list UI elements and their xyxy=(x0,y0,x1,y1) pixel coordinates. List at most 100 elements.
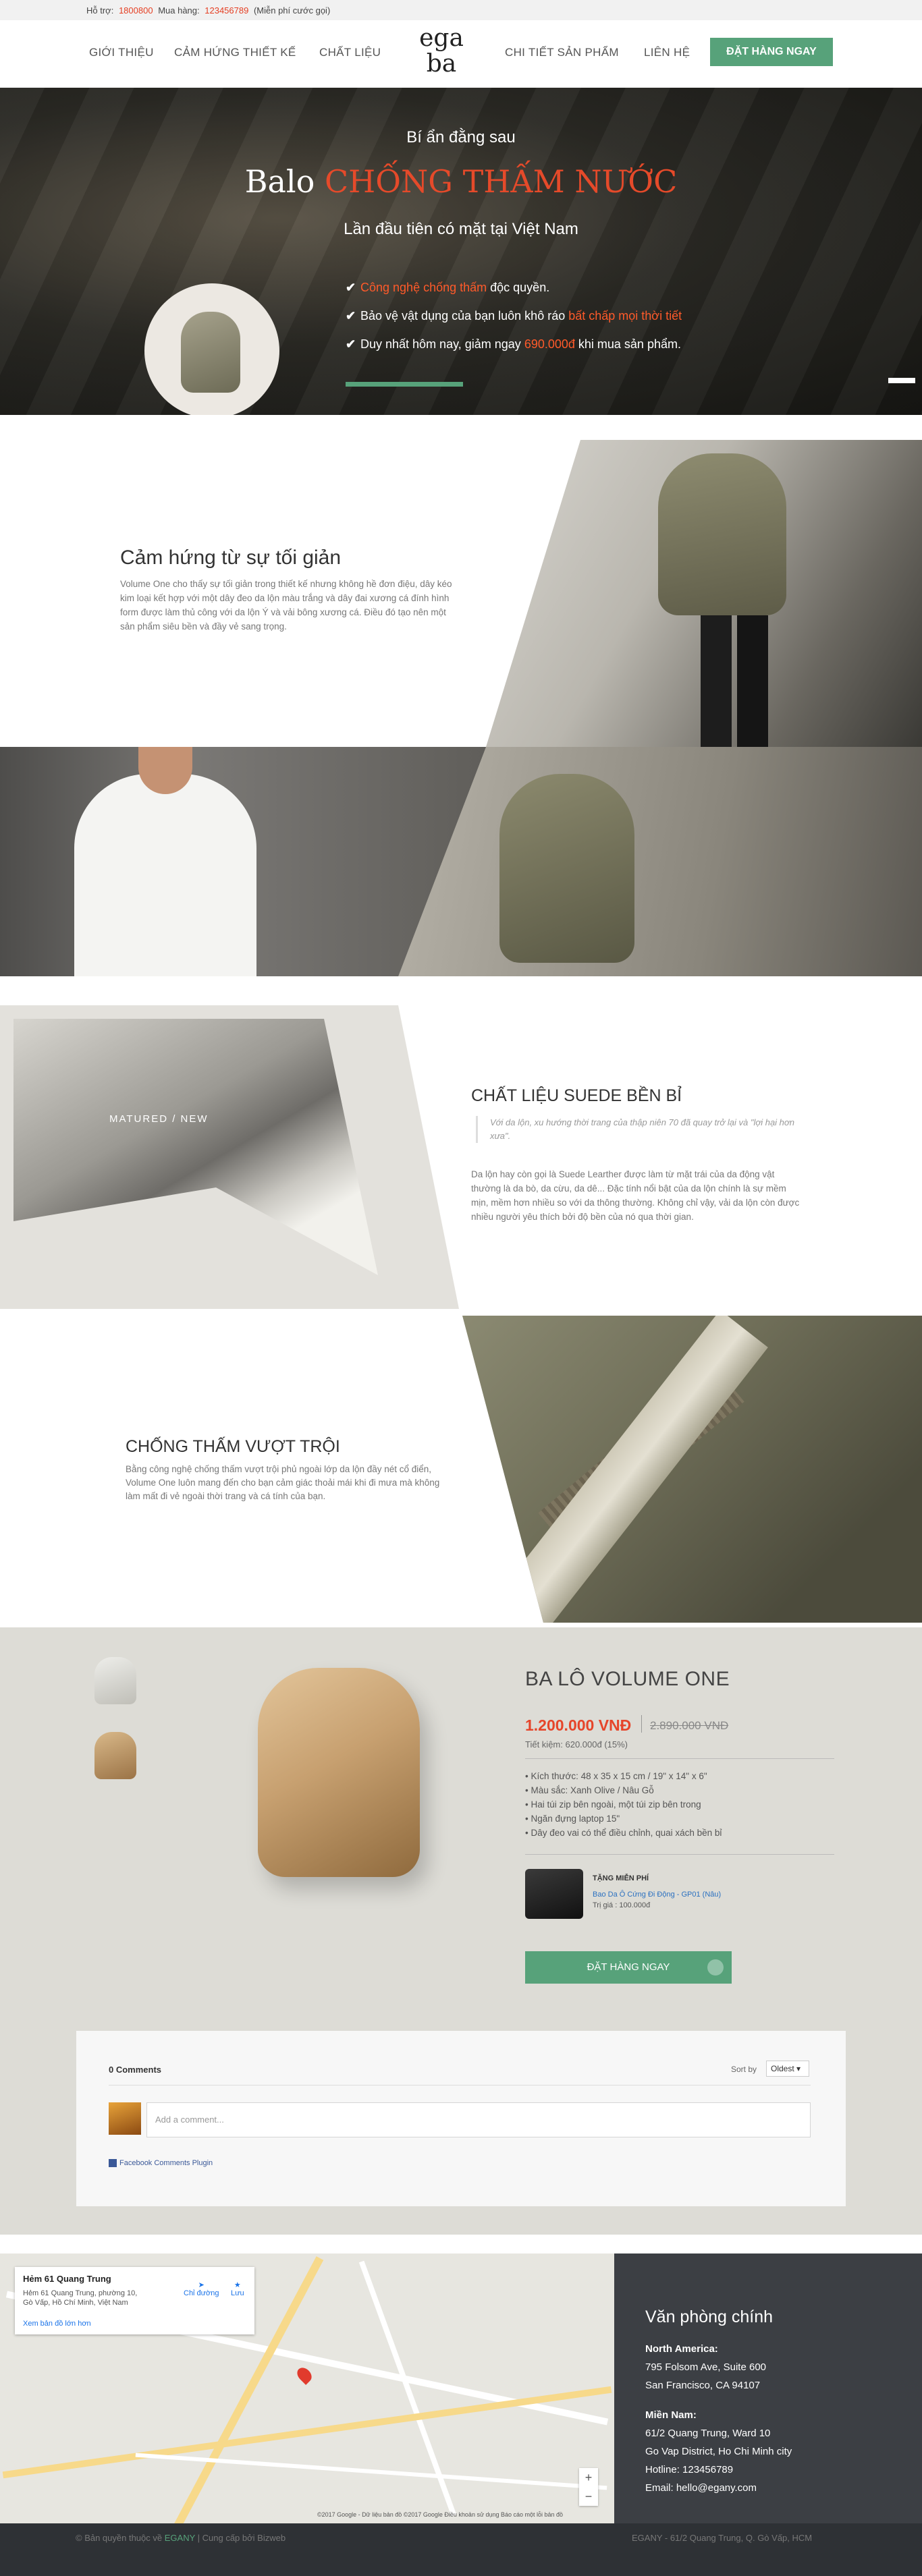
comment-count: 0 Comments xyxy=(109,2065,162,2075)
footer-address: EGANY - 61/2 Quang Trung, Q. Gò Vấp, HCM xyxy=(632,2533,813,2543)
hero-title-plain: Balo xyxy=(244,163,315,200)
office-address-line: Go Vap District, Ho Chi Minh city xyxy=(645,2446,792,2457)
nav-link-contact[interactable]: LIÊN HỆ xyxy=(644,46,690,59)
buy-label: Mua hàng: xyxy=(158,5,200,16)
zoom-out-button[interactable]: − xyxy=(579,2487,598,2506)
check-icon: ✔ xyxy=(346,281,356,294)
feature-highlight: 690.000đ xyxy=(524,337,575,351)
product-saving: Tiết kiệm: 620.000đ (15%) xyxy=(525,1739,628,1749)
backpack-image xyxy=(499,774,634,963)
list-item: Ngăn đựng laptop 15" xyxy=(525,1812,722,1826)
topbar: Hỗ trợ: 1800800 Mua hàng: 123456789 (Miễ… xyxy=(0,0,922,20)
slider-indicator[interactable] xyxy=(888,378,915,383)
directions-label: Chỉ đường xyxy=(184,2289,219,2297)
brand-link[interactable]: EGANY xyxy=(165,2533,195,2543)
hero-feature-item: ✔ Duy nhất hôm nay, giảm ngay 690.000đ kh… xyxy=(346,337,682,366)
divider xyxy=(525,1758,834,1759)
waterproof-heading: CHỐNG THẤM VƯỢT TRỘI xyxy=(126,1437,340,1456)
nav-link-product-details[interactable]: CHI TIẾT SẢN PHẨM xyxy=(505,46,619,59)
inspiration-heading: Cảm hứng từ sự tối giản xyxy=(120,547,342,569)
hero-tagline: Lần đầu tiên có mặt tại Việt Nam xyxy=(344,220,578,238)
main-nav: GIỚI THIỆU CẢM HỨNG THIẾT KẾ CHẤT LIỆU e… xyxy=(0,20,922,88)
office-address-line: 61/2 Quang Trung, Ward 10 xyxy=(645,2428,771,2439)
map-pin-icon[interactable] xyxy=(294,2365,315,2385)
support-label: Hỗ trợ: xyxy=(86,5,114,16)
material-body: Da lộn hay còn gọi là Suede Learther đượ… xyxy=(471,1169,800,1222)
copyright-bar: © Bản quyền thuộc về EGANY | Cung cấp bở… xyxy=(0,2523,922,2576)
feature-highlight: bất chấp mọi thời tiết xyxy=(568,309,682,323)
hero-banner: Bí ẩn đằng sau Balo CHỐNG THẤM NƯỚC Lần … xyxy=(0,88,922,415)
place-title: Hẻm 61 Quang Trung xyxy=(23,2274,111,2284)
google-map[interactable]: Hẻm 61 Quang Trung Hẻm 61 Quang Trung, p… xyxy=(0,2253,614,2523)
list-item: Kích thước: 48 x 35 x 15 cm / 19" x 14" … xyxy=(525,1769,722,1783)
hero-feature-item: ✔ Bảo vệ vật dụng của bạn luôn khô ráo bấ… xyxy=(346,309,682,337)
feature-text: khi mua sản phẩm. xyxy=(574,337,681,351)
backpack-image xyxy=(658,453,786,615)
larger-map-link[interactable]: Xem bản đồ lớn hơn xyxy=(23,2320,91,2328)
divider xyxy=(525,1854,834,1855)
office-address-line: San Francisco, CA 94107 xyxy=(645,2380,761,2391)
photo-detail xyxy=(487,1316,768,1623)
support-phone[interactable]: 1800800 xyxy=(119,5,153,16)
zipper-closeup-photo xyxy=(462,1316,922,1623)
office-address-line: 795 Folsom Ave, Suite 600 xyxy=(645,2361,767,2373)
check-icon: ✔ xyxy=(346,337,356,351)
product-old-price: 2.890.000 VNĐ xyxy=(650,1719,729,1732)
backpack-image xyxy=(181,312,240,393)
inspiration-body: Volume One cho thấy sự tối giản trong th… xyxy=(120,579,452,632)
map-zoom-control: + − xyxy=(579,2468,598,2506)
model-back-photo xyxy=(486,440,922,747)
office-info: Văn phòng chính North America: 795 Folso… xyxy=(614,2253,922,2523)
comments-widget: 0 Comments Sort by Oldest ▾ Add a commen… xyxy=(76,2031,846,2206)
product-thumbnail-olive[interactable] xyxy=(94,1657,136,1704)
save-label: Lưu xyxy=(231,2289,244,2297)
feature-text: độc quyền. xyxy=(487,281,550,294)
feature-highlight: Công nghệ chống thấm xyxy=(360,281,487,294)
nav-link-material[interactable]: CHẤT LIỆU xyxy=(319,46,381,59)
list-item: Dây đeo vai có thể điều chỉnh, quai xách… xyxy=(525,1826,722,1840)
save-button[interactable]: ★ Lưu xyxy=(231,2280,244,2297)
nav-link-inspiration[interactable]: CẢM HỨNG THIẾT KẾ xyxy=(174,46,296,59)
nav-link-about[interactable]: GIỚI THIỆU xyxy=(89,46,154,59)
copyright-post: | Cung cấp bởi Bizweb xyxy=(197,2533,286,2543)
hero-subtitle: Bí ẩn đằng sau xyxy=(406,128,516,146)
saving-value: 620.000đ (15%) xyxy=(565,1739,628,1749)
place-address: Hẻm 61 Quang Trung, phường 10, Gò Vấp, H… xyxy=(23,2289,138,2307)
facebook-plugin-link[interactable]: Facebook Comments Plugin xyxy=(109,2159,213,2168)
hand-pointer-icon xyxy=(707,1959,724,1976)
sort-label: Sort by xyxy=(731,2065,757,2074)
order-now-button[interactable]: ĐẶT HÀNG NGAY xyxy=(525,1951,732,1984)
office-email[interactable]: Email: hello@egany.com xyxy=(645,2479,792,2497)
inspiration-section: Cảm hứng từ sự tối giản Volume One cho t… xyxy=(0,440,922,747)
map-attribution: ©2017 Google - Dữ liệu bản đồ ©2017 Goog… xyxy=(317,2511,564,2518)
facebook-icon xyxy=(109,2159,117,2168)
hero-title: Balo CHỐNG THẤM NƯỚC xyxy=(0,163,922,200)
product-price: 1.200.000 VNĐ xyxy=(525,1716,632,1734)
check-icon: ✔ xyxy=(346,309,356,323)
zoom-in-button[interactable]: + xyxy=(579,2468,598,2487)
gift-link[interactable]: Bao Da Ô Cứng Đi Động - GP01 (Nâu) xyxy=(593,1891,721,1899)
order-button-label: ĐẶT HÀNG NGAY xyxy=(587,1961,670,1973)
product-main-image xyxy=(258,1668,420,1877)
gift-image xyxy=(525,1869,583,1919)
office-north-label: North America: xyxy=(645,2343,718,2355)
buy-phone[interactable]: 123456789 xyxy=(205,5,248,16)
logo[interactable]: ega ba xyxy=(414,26,468,84)
photo-detail xyxy=(13,1019,378,1275)
photo-strip xyxy=(0,747,922,976)
sort-select[interactable]: Oldest ▾ xyxy=(766,2061,809,2077)
order-now-button-header[interactable]: ĐẶT HÀNG NGAY xyxy=(710,38,833,66)
material-section: MATURED / NEW CHẤT LIỆU SUEDE BỀN BỈ Với… xyxy=(0,1005,922,1309)
logo-line1: ega xyxy=(419,24,464,52)
backpack-side-photo xyxy=(398,747,922,976)
saving-label: Tiết kiệm: xyxy=(525,1739,563,1749)
product-thumbnail-brown[interactable] xyxy=(94,1732,136,1779)
directions-button[interactable]: ➤ Chỉ đường xyxy=(184,2280,219,2297)
logo-line2: ba xyxy=(426,50,457,78)
copyright-pre: © Bản quyền thuộc về xyxy=(76,2533,163,2543)
comment-input[interactable]: Add a comment... xyxy=(146,2102,811,2137)
office-south: Miền Nam: 61/2 Quang Trung, Ward 10 Go V… xyxy=(645,2406,792,2497)
hero-accent-bar xyxy=(346,382,463,387)
product-name: BA LÔ VOLUME ONE xyxy=(525,1668,730,1690)
office-hotline[interactable]: Hotline: 123456789 xyxy=(645,2461,792,2479)
